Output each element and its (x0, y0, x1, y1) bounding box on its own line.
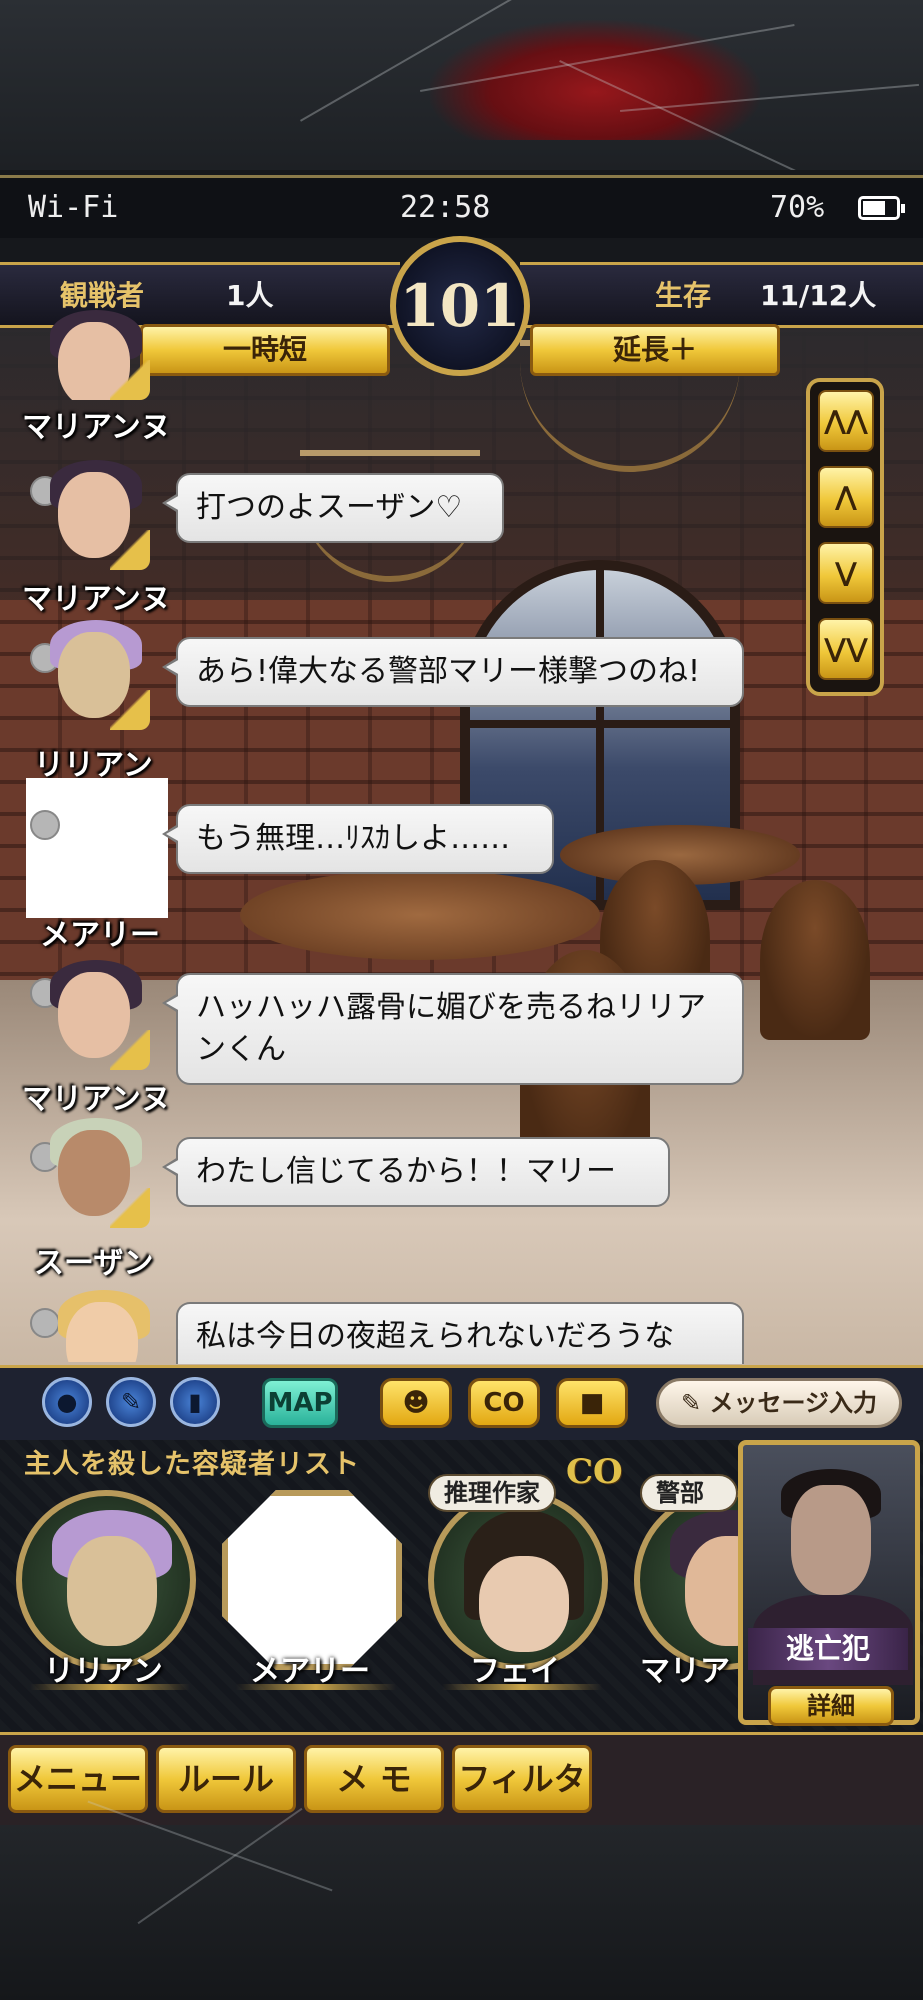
spectators-count: 1人 (226, 279, 274, 312)
time-shorten-button[interactable]: 一時短 (140, 324, 390, 376)
memo-button[interactable]: メ モ (304, 1745, 444, 1813)
avatar-marianne[interactable] (40, 310, 150, 400)
chat-bubble: 私は今日の夜超えられないだろうな (176, 1302, 744, 1364)
status-dot (30, 810, 60, 840)
time-extend-button[interactable]: 延長＋ (530, 324, 780, 376)
speech-bubble-icon[interactable]: ■ (556, 1378, 628, 1428)
name-plate (236, 1684, 396, 1690)
alive-label: 生存 (655, 279, 712, 312)
name-plate (442, 1684, 602, 1690)
fugitive-card[interactable] (738, 1440, 920, 1725)
fugitive-label: 逃亡犯 (748, 1628, 908, 1670)
battery-percent: 70% (770, 190, 825, 225)
cracked-glass-decoration (0, 0, 923, 170)
network-label: Wi-Fi (28, 190, 119, 225)
filter-button[interactable]: フィルタ (452, 1745, 592, 1813)
message-input-label: メッセージ入力 (709, 1389, 877, 1417)
co-button[interactable]: CO (468, 1378, 540, 1428)
speaker-name: マリアンヌ (22, 1082, 171, 1117)
cracked-glass-decoration (0, 1800, 923, 2000)
rules-button[interactable]: ルール (156, 1745, 296, 1813)
timer-value: 101 (399, 272, 521, 340)
chat-bubble: わたし信じてるから！！マリー (162, 1137, 670, 1207)
menu-button[interactable]: メニュー (8, 1745, 148, 1813)
chat-scroll-panel: ⋀⋀ ⋀ ⋁ ⋁⋁ (806, 378, 884, 696)
suspect-card-lillian[interactable] (16, 1490, 196, 1670)
bottom-menu: メニュー ルール メ モ フィルタ (0, 1732, 923, 1828)
scroll-up-button[interactable]: ⋀ (818, 466, 874, 528)
pen-icon[interactable]: ✎ (106, 1377, 156, 1427)
status-bar: Wi-Fi 22:58 70% (0, 175, 923, 238)
smiley-icon[interactable]: ☻ (380, 1378, 452, 1428)
map-button[interactable]: MAP (262, 1378, 338, 1428)
role-tag: 推理作家 (428, 1474, 556, 1512)
alive-count: 11/12人 (760, 279, 877, 312)
suspect-name: マリア (640, 1654, 730, 1689)
scroll-top-button[interactable]: ⋀⋀ (818, 390, 874, 452)
person-icon[interactable]: ● (42, 1377, 92, 1427)
avatar-lillian[interactable] (40, 620, 150, 730)
avatar-unknown[interactable] (48, 1290, 158, 1362)
speaker-name: マリアンヌ (22, 582, 171, 617)
suspect-card-mary[interactable] (222, 1490, 402, 1670)
avatar-marianne[interactable] (40, 960, 150, 1070)
scroll-down-button[interactable]: ⋁ (818, 542, 874, 604)
pen-icon: ✎ (681, 1389, 710, 1417)
scroll-bottom-button[interactable]: ⋁⋁ (818, 618, 874, 680)
co-badge: CO (566, 1452, 623, 1492)
avatar-mary-blank[interactable] (26, 778, 168, 918)
suspect-card-marianne[interactable] (634, 1490, 738, 1670)
message-input-button[interactable]: ✎ メッセージ入力 (656, 1378, 902, 1428)
avatar-marianne[interactable] (40, 460, 150, 570)
detail-button[interactable]: 詳細 (768, 1686, 894, 1726)
speaker-name: マリアンヌ (22, 410, 171, 445)
door-icon[interactable]: ▮ (170, 1377, 220, 1427)
suspect-list-title: 主人を殺した容疑者リスト (24, 1449, 360, 1480)
speaker-name: スーザン (34, 1246, 154, 1281)
clock: 22:58 (400, 190, 491, 225)
avatar-susan[interactable] (40, 1118, 150, 1228)
battery-icon (858, 196, 905, 220)
spectators-label: 観戦者 (60, 279, 145, 312)
name-plate (30, 1684, 190, 1690)
chat-bubble: ハッハッハ露骨に媚びを売るねリリアンくん (162, 973, 744, 1085)
role-tag: 警部 (640, 1474, 738, 1512)
table (240, 870, 600, 960)
chat-bubble: 打つのよスーザン♡ (162, 473, 504, 543)
speaker-name: メアリー (40, 918, 160, 953)
chair (760, 880, 870, 1040)
action-bar: ● ✎ ▮ MAP ☻ CO ■ ✎ メッセージ入力 (0, 1365, 923, 1443)
suspect-card-fei[interactable] (428, 1490, 608, 1670)
chat-bubble: もう無理…ﾘｽｶしよ…… (162, 804, 554, 874)
chat-bubble: あら!偉大なる警部マリー様撃つのね! (162, 637, 744, 707)
